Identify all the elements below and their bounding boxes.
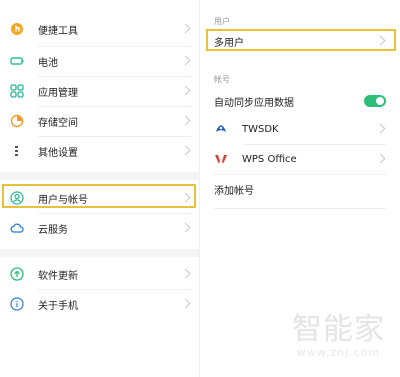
menu-item-storage[interactable]: 存储空间 xyxy=(0,106,199,136)
account-name: TWSDK xyxy=(242,123,279,135)
account-row-wps-office[interactable]: WPS Office xyxy=(202,144,400,174)
storage-pie-icon xyxy=(10,114,24,128)
account-row-twsdk[interactable]: TWSDK xyxy=(202,114,400,144)
add-account-row[interactable]: 添加帐号 xyxy=(202,174,400,204)
chevron-right-icon xyxy=(375,153,386,164)
menu-item-label: 应用管理 xyxy=(38,87,78,99)
menu-item-other-settings[interactable]: 其他设置 xyxy=(0,136,199,166)
menu-item-label: 软件更新 xyxy=(38,270,78,282)
cloud-icon xyxy=(10,221,24,235)
auto-sync-label: 自动同步应用数据 xyxy=(214,97,294,109)
divider xyxy=(214,208,386,209)
chevron-right-icon xyxy=(375,123,386,134)
chevron-right-icon xyxy=(180,23,191,34)
add-account-label: 添加帐号 xyxy=(214,185,254,197)
chevron-right-icon xyxy=(180,222,191,233)
menu-item-app-management[interactable]: 应用管理 xyxy=(0,76,199,106)
menu-item-cloud-service[interactable]: 云服务 xyxy=(0,213,199,243)
update-arrow-icon xyxy=(10,267,24,281)
chevron-right-icon xyxy=(180,298,191,309)
section-header-accounts: 帐号 xyxy=(214,75,230,84)
menu-item-label: 关于手机 xyxy=(38,300,78,312)
settings-menu-panel: 便捷工具 电池 应用管理 存储空间 其他设置 用户与帐号 云服务 软件更新 关于… xyxy=(0,0,200,377)
watermark-url: www.znj.com xyxy=(296,346,381,359)
chevron-right-icon xyxy=(180,268,191,279)
chevron-right-icon xyxy=(180,145,191,156)
auto-sync-toggle[interactable] xyxy=(364,95,386,107)
section-separator xyxy=(0,172,199,180)
menu-item-label: 便捷工具 xyxy=(38,25,78,37)
battery-icon xyxy=(10,54,24,68)
wps-logo-icon xyxy=(214,152,228,166)
menu-item-software-update[interactable]: 软件更新 xyxy=(0,259,199,289)
chevron-right-icon xyxy=(180,115,191,126)
app-grid-icon xyxy=(10,84,24,98)
menu-item-convenience-tools[interactable]: 便捷工具 xyxy=(0,14,199,44)
watermark-title: 智能家 xyxy=(292,312,385,347)
chevron-right-icon xyxy=(180,55,191,66)
menu-item-battery[interactable]: 电池 xyxy=(0,46,199,76)
menu-item-about-phone[interactable]: 关于手机 xyxy=(0,289,199,319)
chevron-right-icon xyxy=(180,85,191,96)
hand-tap-icon xyxy=(10,22,24,36)
info-icon xyxy=(10,297,24,311)
section-header-users: 用户 xyxy=(214,17,230,26)
menu-item-label: 存储空间 xyxy=(38,117,78,129)
highlight-box-multi-user xyxy=(206,29,396,51)
menu-item-label: 云服务 xyxy=(38,224,68,236)
more-settings-icon xyxy=(10,144,24,158)
watermark: 智能家 www.znj.com xyxy=(292,312,385,360)
highlight-box-users-accounts xyxy=(2,184,196,208)
menu-item-label: 其他设置 xyxy=(38,147,78,159)
account-name: WPS Office xyxy=(242,153,297,165)
menu-item-label: 电池 xyxy=(38,57,58,69)
twsdk-logo-icon xyxy=(214,122,228,136)
section-separator xyxy=(0,249,199,257)
auto-sync-row: 自动同步应用数据 xyxy=(202,86,400,116)
